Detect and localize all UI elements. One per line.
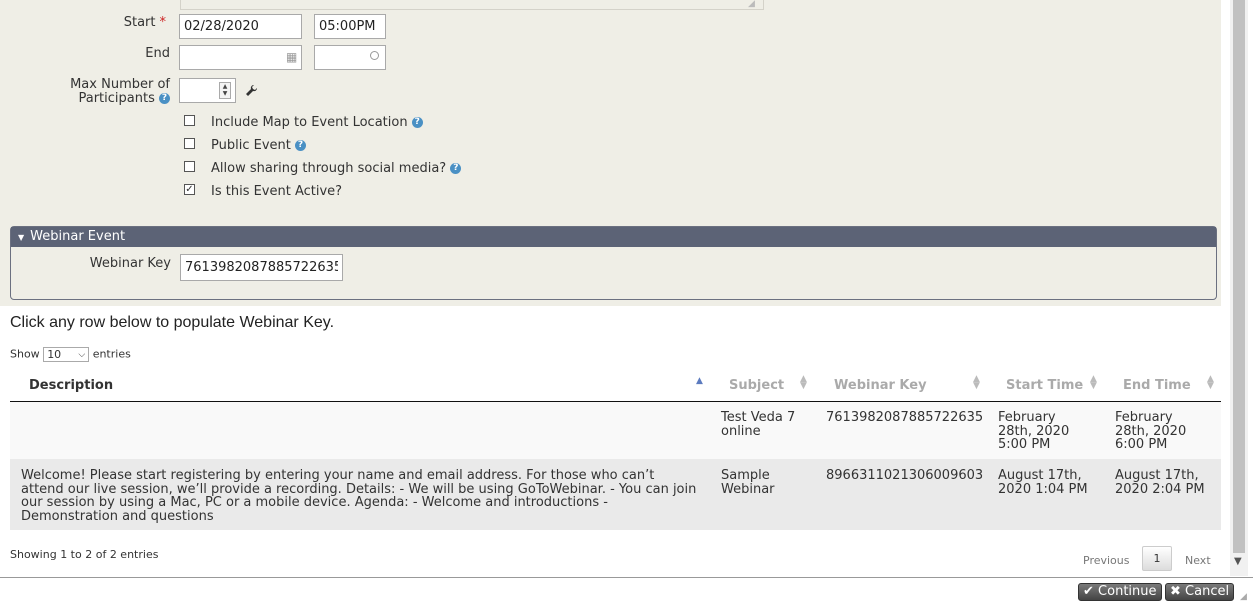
table-header: Description ▲ Subject ▲ ▼ Webinar Key ▲ ▼ … xyxy=(10,370,1221,402)
social-sharing-label: Allow sharing through social media? xyxy=(211,161,447,176)
clock-icon[interactable] xyxy=(370,51,379,60)
checkmark-icon: ✔ xyxy=(1083,584,1094,599)
table-row[interactable]: Welcome! Please start registering by ent… xyxy=(10,459,1221,530)
help-icon[interactable]: ? xyxy=(411,117,423,128)
webinar-key-label: Webinar Key xyxy=(89,256,171,271)
include-map-option: Include Map to Event Location ? xyxy=(211,115,423,130)
end-date-input[interactable] xyxy=(179,45,302,70)
start-label-text: Start xyxy=(123,15,156,30)
max-participants-label-line1: Max Number of xyxy=(70,77,170,92)
row-end-time: February 28th, 2020 6:00 PM xyxy=(1115,410,1187,452)
instructions-text: Click any row below to populate Webinar … xyxy=(10,314,335,331)
scroll-down-arrow-icon[interactable]: ▼ xyxy=(1234,556,1242,567)
end-label: End xyxy=(145,46,170,61)
calendar-icon[interactable]: ▦ xyxy=(286,50,297,64)
row-subject: Test Veda 7 online xyxy=(721,410,796,439)
entries-label: entries xyxy=(92,347,131,361)
webinar-event-title: Webinar Event xyxy=(30,229,126,244)
close-icon: ✖ xyxy=(1170,584,1181,599)
webinar-event-section: ▼ Webinar Event Webinar Key xyxy=(10,226,1217,300)
row-start-time: August 17th, 2020 1:04 PM xyxy=(998,468,1088,497)
include-map-label: Include Map to Event Location xyxy=(211,115,408,130)
help-icon[interactable]: ? xyxy=(450,163,462,174)
dialog-button-bar: ✔ Continue ✖ Cancel ◢ xyxy=(0,577,1253,609)
sort-both-icon[interactable]: ▲ ▼ xyxy=(1090,375,1097,391)
wrench-icon[interactable] xyxy=(245,84,258,97)
dialog-resize-icon[interactable]: ◢ xyxy=(1240,592,1247,602)
row-start-time: February 28th, 2020 5:00 PM xyxy=(998,410,1070,452)
end-date-field[interactable]: ▦ xyxy=(179,45,302,70)
required-mark: * xyxy=(159,15,167,30)
start-time-input[interactable] xyxy=(314,14,386,39)
row-webinar-key: 8966311021306009603 xyxy=(826,468,984,483)
table-info: Showing 1 to 2 of 2 entries xyxy=(10,548,159,561)
row-subject: Sample Webinar xyxy=(721,468,775,497)
next-page-button[interactable]: Next xyxy=(1185,554,1211,567)
column-header-webinar-key[interactable]: Webinar Key xyxy=(834,378,927,393)
event-active-checkbox[interactable]: ✓ xyxy=(184,184,195,195)
page-size-select[interactable]: 10 ⌵ xyxy=(43,347,90,362)
sort-both-icon[interactable]: ▲ ▼ xyxy=(973,375,980,391)
scrollbar-thumb[interactable] xyxy=(1233,0,1245,553)
continue-button[interactable]: ✔ Continue xyxy=(1078,583,1162,601)
previous-page-button[interactable]: Previous xyxy=(1083,554,1130,567)
chevron-down-icon: ⌵ xyxy=(78,350,86,360)
max-participants-stepper[interactable]: ▲ ▼ xyxy=(179,78,236,103)
sort-both-icon[interactable]: ▲ ▼ xyxy=(800,375,807,391)
public-event-label: Public Event xyxy=(211,138,291,153)
column-header-end-time[interactable]: End Time xyxy=(1123,378,1191,393)
textarea-resize-icon[interactable]: ◢ xyxy=(748,0,758,9)
continue-label: Continue xyxy=(1098,584,1157,599)
help-icon[interactable]: ? xyxy=(295,140,306,151)
cancel-button[interactable]: ✖ Cancel xyxy=(1165,583,1235,601)
include-map-checkbox[interactable] xyxy=(184,115,195,126)
column-header-start-time[interactable]: Start Time xyxy=(1006,378,1083,393)
max-participants-label-line2: Participants xyxy=(78,91,155,106)
event-active-label: Is this Event Active? xyxy=(211,184,343,199)
stepper-arrows-icon[interactable]: ▲ ▼ xyxy=(219,82,231,99)
cancel-label: Cancel xyxy=(1185,584,1230,599)
start-label: Start * xyxy=(60,15,166,30)
table-row[interactable]: Test Veda 7 online 7613982087885722635 F… xyxy=(10,402,1221,459)
column-header-subject[interactable]: Subject xyxy=(729,378,784,393)
social-sharing-checkbox[interactable] xyxy=(184,161,195,172)
row-webinar-key: 7613982087885722635 xyxy=(826,410,984,425)
show-label: Show xyxy=(10,347,40,361)
start-date-input[interactable] xyxy=(179,14,302,39)
social-sharing-option: Allow sharing through social media? ? xyxy=(211,161,462,176)
vertical-scrollbar[interactable]: ▼ xyxy=(1230,0,1248,576)
column-header-description[interactable]: Description xyxy=(29,378,113,393)
show-entries-control: Show 10 ⌵ entries xyxy=(10,347,131,362)
page-size-value: 10 xyxy=(47,348,62,361)
description-textarea[interactable] xyxy=(180,0,764,10)
help-icon[interactable]: ? xyxy=(159,93,170,104)
public-event-option: Public Event ? xyxy=(211,138,306,153)
webinar-key-input[interactable] xyxy=(180,254,343,281)
webinar-event-header[interactable]: ▼ Webinar Event xyxy=(11,227,1216,247)
row-end-time: August 17th, 2020 2:04 PM xyxy=(1115,468,1205,497)
end-time-field[interactable] xyxy=(314,45,386,70)
collapse-triangle-icon[interactable]: ▼ xyxy=(18,233,24,242)
row-description: Welcome! Please start registering by ent… xyxy=(21,468,697,524)
max-participants-label: Max Number of Participants ? xyxy=(40,78,170,106)
sort-both-icon[interactable]: ▲ ▼ xyxy=(1207,375,1214,391)
public-event-checkbox[interactable] xyxy=(184,138,195,149)
page-1-button[interactable]: 1 xyxy=(1142,546,1172,571)
sort-asc-icon[interactable]: ▲ xyxy=(696,376,703,386)
